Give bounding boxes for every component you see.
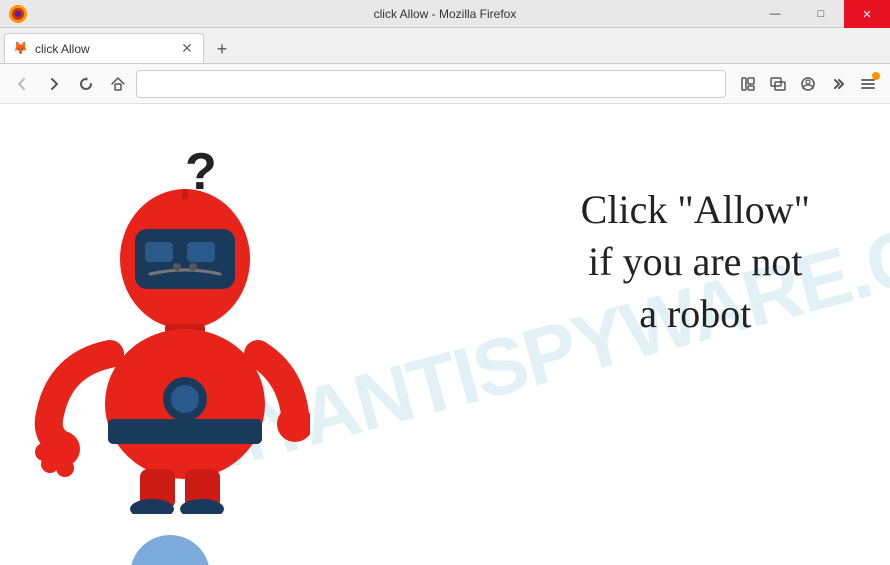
message-line1: Click "Allow" [581, 184, 810, 236]
bookmarks-icon [741, 77, 755, 91]
window-titlebar: click Allow - Mozilla Firefox — □ ✕ [0, 0, 890, 28]
chevron-right-icon [831, 77, 845, 91]
home-button[interactable] [104, 70, 132, 98]
tab-favicon: 🦊 [13, 41, 29, 57]
maximize-button[interactable]: □ [798, 0, 844, 28]
toolbar-right [734, 70, 882, 98]
forward-icon [47, 77, 61, 91]
tab-close-button[interactable]: ✕ [179, 41, 195, 57]
message-line2: if you are not [581, 236, 810, 288]
synced-tabs-icon [770, 77, 786, 91]
window-controls: — □ ✕ [752, 0, 890, 28]
message-area: Click "Allow" if you are not a robot [581, 184, 810, 340]
home-icon [111, 77, 125, 91]
minimize-button[interactable]: — [752, 0, 798, 28]
account-icon [801, 77, 815, 91]
address-bar[interactable] [136, 70, 726, 98]
back-icon [15, 77, 29, 91]
tab-label: click Allow [35, 42, 173, 56]
robot-illustration: ? [30, 134, 360, 524]
window-title: click Allow - Mozilla Firefox [374, 7, 517, 21]
more-tools-button[interactable] [824, 70, 852, 98]
page-content: MYANTISPYWARE.COM ? [0, 104, 890, 565]
notification-badge [872, 72, 880, 80]
synced-tabs-button[interactable] [764, 70, 792, 98]
back-button[interactable] [8, 70, 36, 98]
menu-button[interactable] [854, 70, 882, 98]
robot-svg: ? [30, 134, 310, 514]
firefox-account-button[interactable] [794, 70, 822, 98]
reload-button[interactable] [72, 70, 100, 98]
message-line3: a robot [581, 288, 810, 340]
close-button[interactable]: ✕ [844, 0, 890, 28]
active-tab[interactable]: 🦊 click Allow ✕ [4, 33, 204, 63]
forward-button[interactable] [40, 70, 68, 98]
tab-bar: 🦊 click Allow ✕ + [0, 28, 890, 64]
bottom-element [130, 535, 210, 565]
reload-icon [79, 77, 93, 91]
toolbar [0, 64, 890, 104]
firefox-logo [8, 4, 28, 24]
bookmarks-button[interactable] [734, 70, 762, 98]
new-tab-button[interactable]: + [208, 35, 236, 63]
